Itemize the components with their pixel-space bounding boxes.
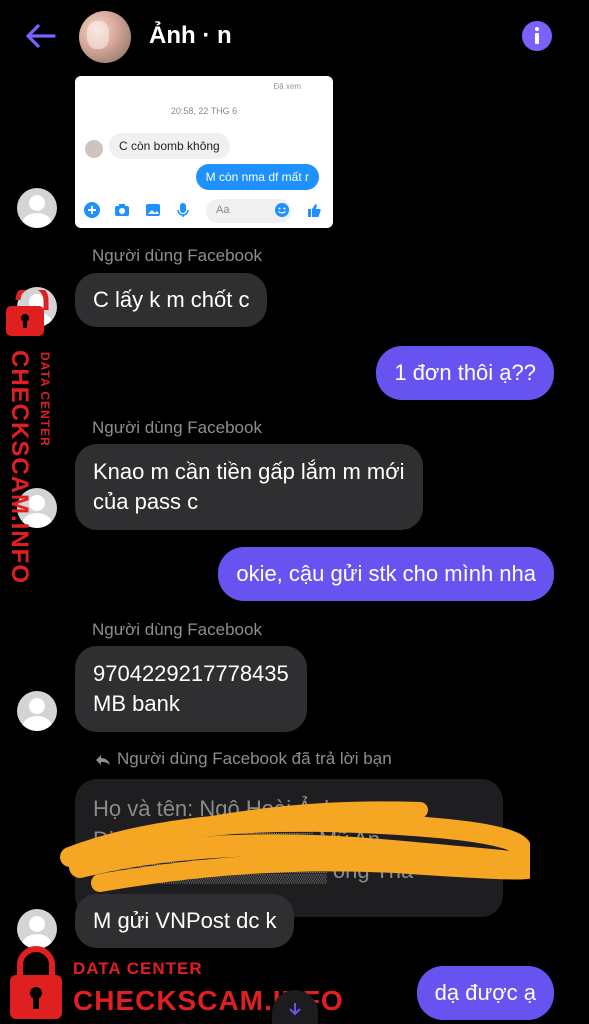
sender-avatar [17, 188, 57, 228]
outgoing-message[interactable]: 1 đơn thôi ạ?? [376, 346, 554, 400]
redaction-scribble [60, 801, 530, 892]
back-arrow-icon[interactable] [22, 20, 58, 52]
screenshot-composer-bar: Aa [75, 194, 333, 228]
photo-icon [146, 204, 160, 216]
contact-avatar[interactable] [79, 11, 131, 63]
message-line: của pass c [93, 489, 199, 514]
screenshot-avatar [85, 140, 103, 158]
shared-screenshot-image[interactable]: Đã xem 20:58, 22 THG 6 C còn bomb không … [75, 76, 333, 228]
outgoing-message[interactable]: okie, cậu gửi stk cho mình nha [218, 547, 554, 601]
watermark-side: CHECKSCAM.INFO DATA CENTER [0, 290, 64, 590]
outgoing-message[interactable]: dạ được ạ [416, 966, 554, 1020]
arrow-down-icon [289, 1003, 301, 1016]
incoming-message[interactable]: Knao m cần tiền gấp lắm m mới của pass c [75, 444, 423, 530]
sender-name: Người dùng Facebook [92, 620, 262, 639]
incoming-message[interactable]: M gửi VNPost dc k [75, 894, 295, 948]
sender-avatar [17, 691, 57, 731]
incoming-message[interactable]: 9704229217778435 MB bank [75, 646, 307, 732]
watermark-side-small: DATA CENTER [38, 352, 52, 447]
camera-icon [115, 204, 129, 216]
conversation-header: Ảnh · n [0, 0, 589, 72]
reply-indicator: Người dùng Facebook đã trả lời bạn [95, 749, 392, 769]
watermark-side-big: CHECKSCAM.INFO [6, 350, 33, 584]
info-icon[interactable] [522, 21, 552, 51]
lock-icon [10, 946, 62, 1019]
reply-indicator-text: Người dùng Facebook đã trả lời bạn [117, 749, 392, 768]
message-line: Knao m cần tiền gấp lắm m mới [93, 459, 405, 484]
sender-avatar [17, 909, 57, 949]
emoji-icon [275, 203, 289, 217]
microphone-icon [177, 203, 189, 217]
sender-name: Người dùng Facebook [92, 246, 262, 265]
watermark-bottom-small: DATA CENTER [73, 959, 203, 978]
screenshot-outgoing-message: M còn nma df mất r [195, 164, 319, 190]
sender-name: Người dùng Facebook [92, 418, 262, 437]
thumbs-up-icon [308, 204, 321, 217]
account-number: 9704229217778435 [93, 661, 289, 686]
reply-arrow-icon [96, 754, 110, 765]
lock-icon [6, 290, 49, 336]
seen-label: Đã xem [273, 82, 301, 91]
contact-name[interactable]: Ảnh · n [149, 22, 232, 50]
screenshot-timestamp: 20:58, 22 THG 6 [170, 106, 238, 116]
incoming-message[interactable]: C lấy k m chốt c [75, 273, 268, 327]
screenshot-incoming-message: C còn bomb không [109, 133, 230, 159]
plus-icon [84, 202, 100, 218]
bank-name: MB bank [93, 691, 180, 716]
